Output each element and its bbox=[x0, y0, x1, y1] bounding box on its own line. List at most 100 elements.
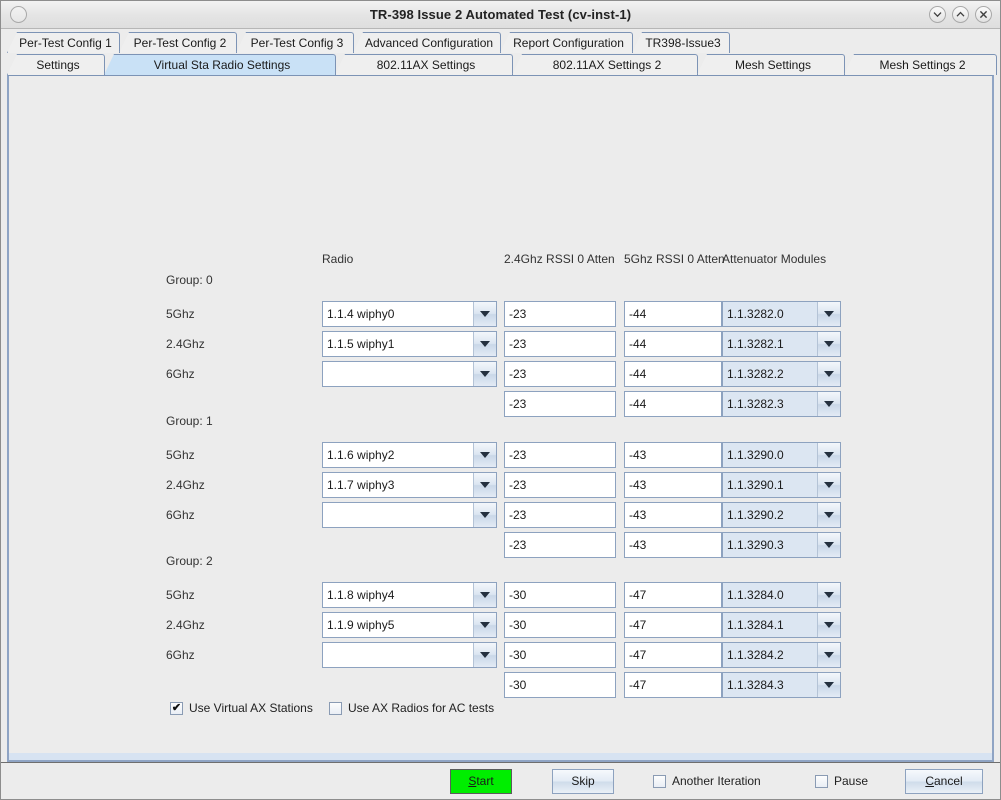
chevron-down-icon[interactable] bbox=[474, 643, 496, 667]
attenuator-combo[interactable]: 1.1.3284.2 bbox=[722, 642, 841, 668]
attenuator-combo[interactable]: 1.1.3282.2 bbox=[722, 361, 841, 387]
rssi-5-input[interactable]: -44 bbox=[624, 361, 722, 387]
tab-report-configuration[interactable]: Report Configuration bbox=[500, 32, 633, 53]
tab-advanced-configuration[interactable]: Advanced Configuration bbox=[353, 32, 501, 53]
radio-combo[interactable] bbox=[322, 642, 497, 668]
use-virtual-ax-stations-checkbox[interactable]: ✔ Use Virtual AX Stations bbox=[170, 701, 313, 715]
rssi-5-input[interactable]: -43 bbox=[624, 472, 722, 498]
chevron-down-icon[interactable] bbox=[474, 583, 496, 607]
attenuator-combo[interactable]: 1.1.3282.3 bbox=[722, 391, 841, 417]
rssi-24-input[interactable]: -23 bbox=[504, 442, 616, 468]
attenuator-combo-value: 1.1.3290.1 bbox=[723, 473, 818, 497]
attenuator-combo-value: 1.1.3284.2 bbox=[723, 643, 818, 667]
attenuator-combo[interactable]: 1.1.3284.0 bbox=[722, 582, 841, 608]
tab-per-test-config-3[interactable]: Per-Test Config 3 bbox=[236, 32, 354, 53]
rssi-5-input[interactable]: -47 bbox=[624, 642, 722, 668]
tab-virtual-sta-radio-settings[interactable]: Virtual Sta Radio Settings bbox=[104, 54, 336, 75]
rssi-24-input[interactable]: -30 bbox=[504, 672, 616, 698]
chevron-down-icon[interactable] bbox=[474, 302, 496, 326]
rssi-5-input[interactable]: -44 bbox=[624, 301, 722, 327]
rssi-5-input[interactable]: -43 bbox=[624, 532, 722, 558]
radio-combo[interactable] bbox=[322, 502, 497, 528]
tab-mesh-settings-2[interactable]: Mesh Settings 2 bbox=[844, 54, 997, 75]
chevron-down-icon[interactable] bbox=[818, 583, 840, 607]
skip-button[interactable]: Skip bbox=[552, 768, 614, 794]
chevron-down-icon[interactable] bbox=[474, 473, 496, 497]
chevron-down-icon[interactable] bbox=[474, 332, 496, 356]
start-button[interactable]: Start bbox=[450, 768, 512, 794]
chevron-down-icon[interactable] bbox=[818, 443, 840, 467]
tab-802-11ax-settings-2[interactable]: 802.11AX Settings 2 bbox=[512, 54, 698, 75]
rssi-5-input[interactable]: -43 bbox=[624, 442, 722, 468]
use-ax-radios-for-ac-tests-checkbox[interactable]: Use AX Radios for AC tests bbox=[329, 701, 494, 715]
tab-per-test-config-2[interactable]: Per-Test Config 2 bbox=[119, 32, 237, 53]
cancel-button[interactable]: Cancel bbox=[905, 768, 983, 794]
chevron-down-icon[interactable] bbox=[818, 473, 840, 497]
rssi-24-input[interactable]: -23 bbox=[504, 331, 616, 357]
attenuator-combo[interactable]: 1.1.3290.2 bbox=[722, 502, 841, 528]
attenuator-combo[interactable]: 1.1.3282.1 bbox=[722, 331, 841, 357]
rssi-24-input[interactable]: -23 bbox=[504, 301, 616, 327]
rssi-24-input[interactable]: -23 bbox=[504, 532, 616, 558]
minimize-button[interactable] bbox=[929, 6, 946, 23]
rssi-5-input[interactable]: -43 bbox=[624, 502, 722, 528]
rssi-5-input[interactable]: -44 bbox=[624, 391, 722, 417]
rssi-24-input[interactable]: -23 bbox=[504, 502, 616, 528]
rssi-5-input[interactable]: -47 bbox=[624, 582, 722, 608]
radio-combo[interactable]: 1.1.4 wiphy0 bbox=[322, 301, 497, 327]
pause-label: Pause bbox=[834, 774, 869, 788]
another-iteration-checkbox[interactable]: Another Iteration bbox=[653, 774, 761, 788]
radio-combo[interactable] bbox=[322, 361, 497, 387]
chevron-down-icon[interactable] bbox=[818, 613, 840, 637]
chevron-down-icon[interactable] bbox=[474, 443, 496, 467]
skip-label: Skip bbox=[571, 774, 595, 788]
chevron-down-icon[interactable] bbox=[818, 362, 840, 386]
rssi-5-input[interactable]: -47 bbox=[624, 672, 722, 698]
radio-combo[interactable]: 1.1.8 wiphy4 bbox=[322, 582, 497, 608]
radio-combo[interactable]: 1.1.7 wiphy3 bbox=[322, 472, 497, 498]
radio-combo[interactable]: 1.1.9 wiphy5 bbox=[322, 612, 497, 638]
attenuator-combo[interactable]: 1.1.3290.3 bbox=[722, 532, 841, 558]
tab-mesh-settings[interactable]: Mesh Settings bbox=[697, 54, 845, 75]
radio-combo-value: 1.1.4 wiphy0 bbox=[323, 302, 474, 326]
chevron-down-icon[interactable] bbox=[474, 362, 496, 386]
rssi-24-input[interactable]: -30 bbox=[504, 582, 616, 608]
rssi-24-input[interactable]: -23 bbox=[504, 472, 616, 498]
pause-checkbox[interactable]: Pause bbox=[815, 774, 868, 788]
chevron-down-icon[interactable] bbox=[818, 503, 840, 527]
chevron-down-icon[interactable] bbox=[818, 302, 840, 326]
rssi-24-input[interactable]: -23 bbox=[504, 391, 616, 417]
rssi-24-input[interactable]: -30 bbox=[504, 642, 616, 668]
attenuator-combo[interactable]: 1.1.3290.1 bbox=[722, 472, 841, 498]
checkbox-box bbox=[329, 701, 342, 715]
chevron-down-icon[interactable] bbox=[818, 673, 840, 697]
radio-combo[interactable]: 1.1.5 wiphy1 bbox=[322, 331, 497, 357]
radio-combo-value: 1.1.7 wiphy3 bbox=[323, 473, 474, 497]
window-menu-button[interactable] bbox=[10, 6, 27, 23]
tab-802-11ax-settings[interactable]: 802.11AX Settings bbox=[335, 54, 513, 75]
chevron-down-icon[interactable] bbox=[474, 503, 496, 527]
tab-settings[interactable]: Settings bbox=[7, 54, 105, 75]
tab-label: TR398-Issue3 bbox=[645, 36, 721, 50]
chevron-down-icon[interactable] bbox=[818, 332, 840, 356]
rssi-5-input[interactable]: -47 bbox=[624, 612, 722, 638]
attenuator-combo[interactable]: 1.1.3284.3 bbox=[722, 672, 841, 698]
rssi-24-input[interactable]: -30 bbox=[504, 612, 616, 638]
chevron-down-icon[interactable] bbox=[818, 392, 840, 416]
band-label: 2.4Ghz bbox=[166, 337, 205, 351]
attenuator-combo[interactable]: 1.1.3282.0 bbox=[722, 301, 841, 327]
tab-per-test-config-1[interactable]: Per-Test Config 1 bbox=[7, 32, 120, 53]
tab-label: Per-Test Config 2 bbox=[133, 36, 227, 50]
close-button[interactable] bbox=[975, 6, 992, 23]
rssi-24-input[interactable]: -23 bbox=[504, 361, 616, 387]
rssi-5-input[interactable]: -44 bbox=[624, 331, 722, 357]
radio-combo[interactable]: 1.1.6 wiphy2 bbox=[322, 442, 497, 468]
attenuator-combo[interactable]: 1.1.3290.0 bbox=[722, 442, 841, 468]
rssi-5-header: 5Ghz RSSI 0 Atten bbox=[624, 252, 725, 266]
tab-tr398-issue3[interactable]: TR398-Issue3 bbox=[632, 32, 730, 53]
chevron-down-icon[interactable] bbox=[818, 533, 840, 557]
attenuator-combo[interactable]: 1.1.3284.1 bbox=[722, 612, 841, 638]
chevron-down-icon[interactable] bbox=[474, 613, 496, 637]
maximize-button[interactable] bbox=[952, 6, 969, 23]
chevron-down-icon[interactable] bbox=[818, 643, 840, 667]
